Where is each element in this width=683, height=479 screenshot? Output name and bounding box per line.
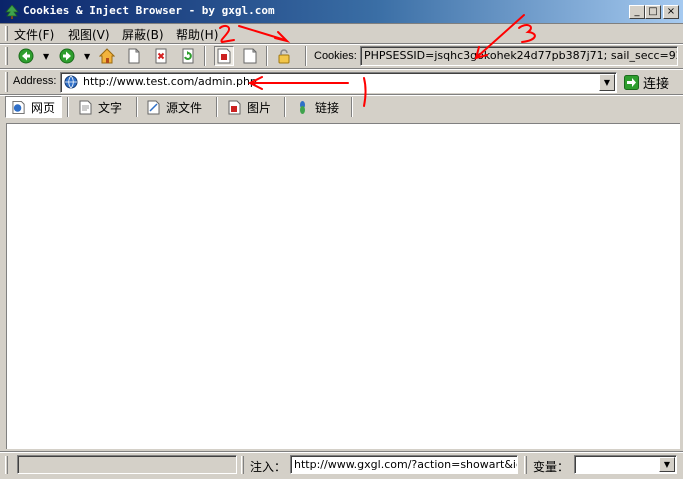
stop-button[interactable]: [151, 46, 171, 66]
page-icon-1: [217, 48, 231, 64]
address-input[interactable]: http://www.test.com/admin.php: [80, 73, 260, 90]
inject-field[interactable]: http://www.gxgl.com/?action=showart&id=1…: [290, 455, 518, 474]
toolbar-divider: [0, 43, 683, 45]
tab-label: 网页: [30, 100, 55, 115]
cookie-lock-icon: [278, 49, 290, 64]
address-combobox[interactable]: http://www.test.com/admin.php ▼: [60, 72, 617, 93]
cookies-field[interactable]: PHPSESSID=jsqhc3gokohek24d77pb387j71; sa…: [360, 46, 678, 66]
stop-icon: [155, 48, 167, 64]
address-dropdown-button[interactable]: ▼: [599, 74, 615, 91]
minimize-button[interactable]: _: [629, 5, 645, 19]
tab-links[interactable]: 链接: [289, 96, 345, 118]
variable-label: 变量：: [533, 460, 570, 474]
address-grip[interactable]: [5, 72, 8, 92]
maximize-icon: □: [648, 6, 658, 17]
forward-icon: [59, 48, 75, 64]
close-button[interactable]: ×: [663, 5, 679, 19]
statusbar-divider: [0, 451, 683, 453]
tab-separator: [284, 97, 286, 117]
toolbar-separator: [266, 46, 268, 66]
tab-separator: [351, 97, 353, 117]
new-page-icon: [128, 48, 140, 64]
tab-label: 源文件: [166, 100, 203, 115]
status-panel: [17, 455, 237, 474]
source-file-icon: [147, 100, 160, 114]
menu-block[interactable]: 屏蔽(B): [122, 26, 164, 43]
cookie-lock-button[interactable]: [274, 46, 294, 66]
link-icon: [300, 100, 305, 114]
forward-dropdown-icon[interactable]: ▼: [84, 52, 90, 61]
address-divider: [0, 68, 683, 70]
tab-separator: [67, 97, 69, 117]
home-button[interactable]: [97, 46, 117, 66]
toolbar-separator: [204, 46, 206, 66]
tab-label: 文字: [98, 100, 123, 115]
tab-text[interactable]: 文字: [73, 96, 128, 118]
go-label: 连接: [643, 77, 670, 92]
go-arrow-icon: [624, 75, 639, 90]
chevron-down-icon: ▼: [663, 460, 671, 469]
toolbar-separator: [305, 46, 307, 66]
image-icon: [228, 100, 241, 114]
minimize-icon: _: [634, 6, 640, 17]
address-label: Address:: [13, 75, 57, 87]
menu-grip[interactable]: [5, 26, 8, 41]
maximize-button[interactable]: □: [645, 5, 661, 19]
window-title: Cookies & Inject Browser - by gxgl.com: [23, 4, 275, 17]
statusbar-grip[interactable]: [5, 456, 8, 474]
browser-content-pane[interactable]: [6, 123, 680, 449]
tab-label: 链接: [315, 100, 340, 115]
refresh-button[interactable]: [178, 46, 198, 66]
home-icon: [99, 48, 115, 64]
chevron-down-icon: ▼: [603, 78, 611, 87]
page-icon-2: [243, 48, 257, 64]
back-dropdown-icon[interactable]: ▼: [43, 52, 49, 61]
page-view-button-2[interactable]: [240, 46, 260, 66]
refresh-icon: [182, 48, 194, 64]
statusbar-grip[interactable]: [524, 456, 527, 474]
variable-combobox[interactable]: ▼: [574, 455, 677, 474]
toolbar-grip[interactable]: [5, 47, 8, 65]
menu-help[interactable]: 帮助(H): [176, 26, 218, 43]
tab-separator: [136, 97, 138, 117]
new-page-button[interactable]: [124, 46, 144, 66]
tab-images[interactable]: 图片: [222, 96, 277, 118]
menu-view[interactable]: 视图(V): [68, 26, 110, 43]
back-icon: [18, 48, 34, 64]
forward-button[interactable]: [57, 46, 77, 66]
page-view-button-1[interactable]: [214, 46, 234, 66]
app-tree-icon: [5, 5, 19, 19]
ie-page-icon: [12, 100, 25, 114]
variable-dropdown-button[interactable]: ▼: [659, 457, 675, 472]
go-button[interactable]: 连接: [624, 73, 680, 92]
tab-source[interactable]: 源文件: [140, 96, 208, 118]
back-button[interactable]: [16, 46, 36, 66]
tab-separator: [216, 97, 218, 117]
ie-globe-icon: [64, 75, 78, 89]
tab-webpage[interactable]: 网页: [5, 96, 62, 118]
tab-label: 图片: [247, 100, 272, 115]
inject-label: 注入：: [250, 460, 287, 474]
close-icon: ×: [666, 6, 676, 17]
cookies-label: Cookies:: [314, 50, 357, 62]
menu-file[interactable]: 文件(F): [14, 26, 54, 43]
statusbar-grip[interactable]: [241, 456, 244, 474]
text-doc-icon: [79, 100, 92, 114]
